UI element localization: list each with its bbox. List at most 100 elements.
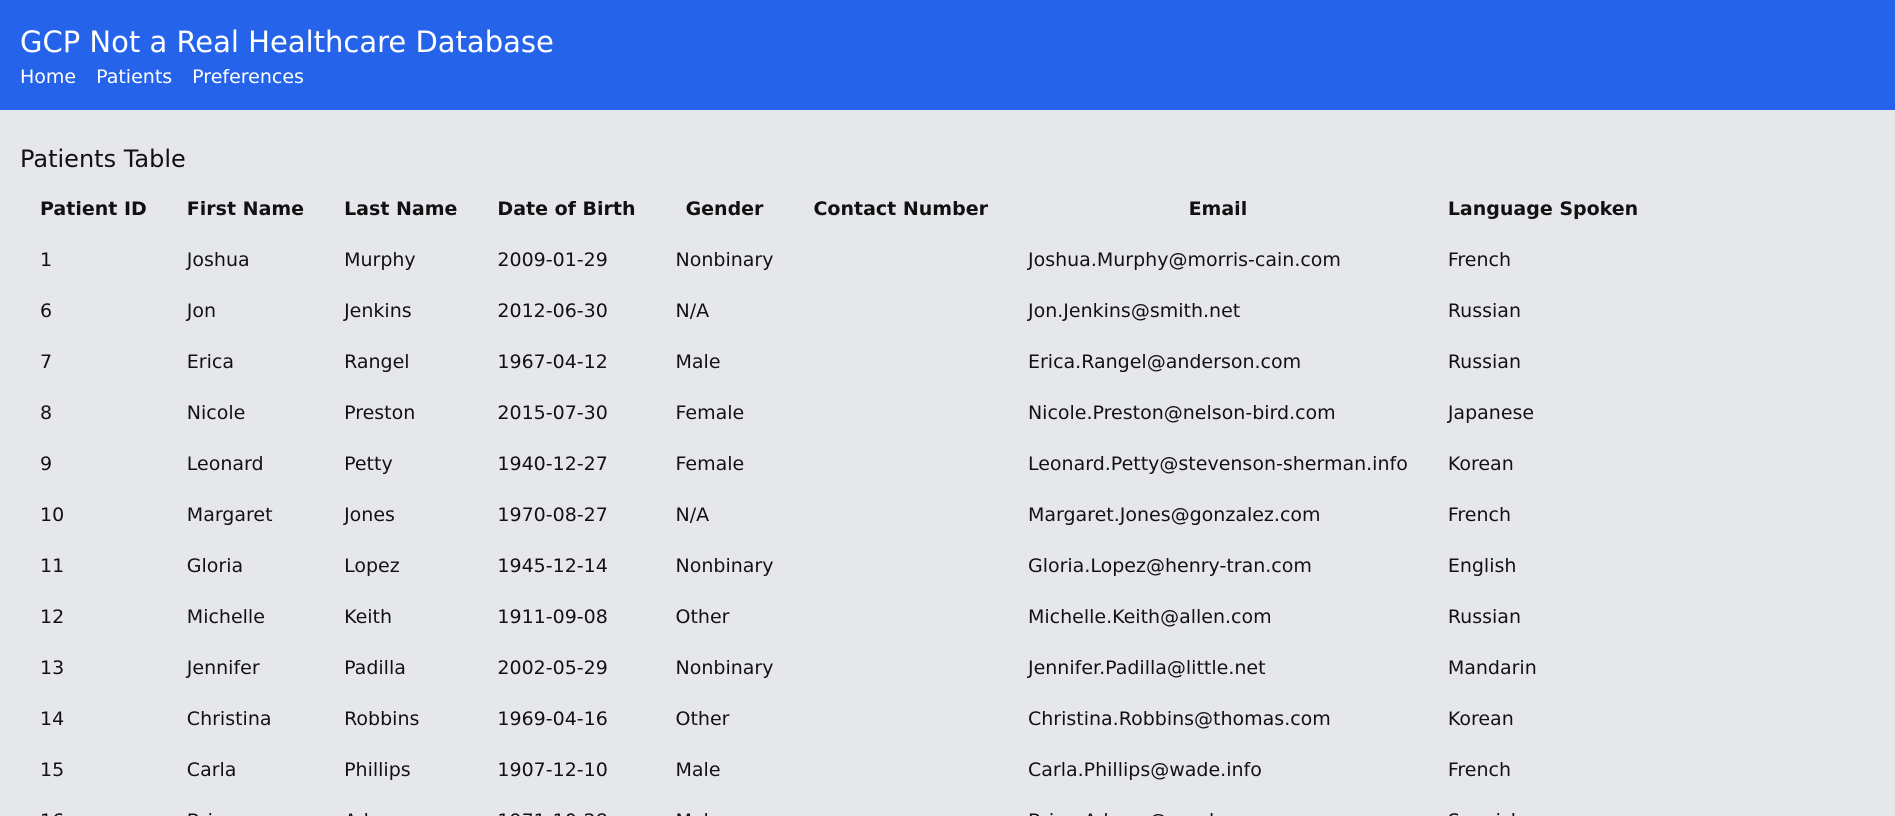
cell-language-spoken: English <box>1447 554 1517 577</box>
table-row: 12 Michelle Keith 1911-09-08 Other Michelle.K… <box>20 591 1658 642</box>
section-title: Patients Table <box>20 145 186 173</box>
cell-date-of-birth: 1971-10-28 <box>477 795 655 816</box>
cell-language-spoken: Russian <box>1447 299 1521 322</box>
cell-contact-number <box>793 795 1007 816</box>
table-row: 14 Christina Robbins 1969-04-16 Other Christi… <box>20 693 1658 744</box>
cell-last-name: Rangel <box>344 350 410 373</box>
column-header-contact-number: Contact Number <box>813 198 988 220</box>
cell-language-spoken: Russian <box>1447 605 1521 628</box>
cell-last-name: Keith <box>344 605 393 628</box>
column-header-language-spoken: Language Spoken <box>1447 198 1639 220</box>
cell-email: Michelle.Keith@allen.com <box>1027 605 1272 628</box>
cell-patient-id: 8 <box>40 401 53 424</box>
table-row: 8 Nicole Preston 2015-07-30 Female Nicole.Pre… <box>20 387 1658 438</box>
cell-first-name: Michelle <box>186 605 265 628</box>
cell-first-name: Christina <box>186 707 272 730</box>
table-row: 16BrianAdams1971-10-28Male Brian.Adams@sp… <box>20 795 1658 816</box>
table-row: 6 Jon Jenkins 2012-06-30 N/A Jon.Jenkins@smit… <box>20 285 1658 336</box>
table-row: 9 Leonard Petty 1940-12-27 Female Leonard.Pet… <box>20 438 1658 489</box>
column-header-first-name: First Name <box>186 198 305 220</box>
cell-last-name: Lopez <box>344 554 400 577</box>
cell-last-name: Adams <box>324 795 477 816</box>
cell-language-spoken: French <box>1447 503 1511 526</box>
nav-link-preferences[interactable]: Preferences <box>192 64 304 90</box>
cell-email: Leonard.Petty@stevenson-sherman.info <box>1027 452 1408 475</box>
cell-contact-number <box>793 642 1007 693</box>
cell-first-name: Gloria <box>186 554 244 577</box>
nav-link-home[interactable]: Home <box>20 64 76 90</box>
app-title: GCP Not a Real Healthcare Database <box>20 25 554 59</box>
column-header-last-name: Last Name <box>344 198 458 220</box>
cell-date-of-birth: 1907-12-10 <box>497 758 608 781</box>
table-row: 7 Erica Rangel 1967-04-12 Male Erica.Rangel@a… <box>20 336 1658 387</box>
table-row: 1 Joshua Murphy 2009-01-29 Nonbinary Joshua.M… <box>20 234 1658 285</box>
column-header-date-of-birth: Date of Birth <box>497 198 636 220</box>
cell-date-of-birth: 2009-01-29 <box>497 248 608 271</box>
cell-patient-id: 13 <box>40 656 65 679</box>
cell-date-of-birth: 1945-12-14 <box>497 554 608 577</box>
column-header-patient-id: Patient ID <box>40 198 147 220</box>
cell-contact-number <box>793 438 1007 489</box>
table-row: 11 Gloria Lopez 1945-12-14 Nonbinary Gloria.L… <box>20 540 1658 591</box>
cell-language-spoken: Spanish <box>1428 795 1658 816</box>
main-nav: Home Patients Preferences <box>20 64 1875 90</box>
cell-gender: Nonbinary <box>675 656 774 679</box>
cell-date-of-birth: 2015-07-30 <box>497 401 608 424</box>
cell-gender: Male <box>656 795 794 816</box>
cell-contact-number <box>793 234 1007 285</box>
cell-patient-id: 6 <box>40 299 53 322</box>
cell-last-name: Robbins <box>344 707 420 730</box>
cell-contact-number <box>793 591 1007 642</box>
column-header-gender: Gender <box>685 198 764 220</box>
table-row: 13 Jennifer Padilla 2002-05-29 Nonbinary Jenn… <box>20 642 1658 693</box>
cell-email: Jon.Jenkins@smith.net <box>1027 299 1241 322</box>
cell-patient-id: 10 <box>40 503 65 526</box>
cell-first-name: Erica <box>186 350 234 373</box>
cell-date-of-birth: 2012-06-30 <box>497 299 608 322</box>
table-header-row: Patient ID First Name Last Name Date of … <box>20 184 1658 234</box>
cell-email: Joshua.Murphy@morris-cain.com <box>1027 248 1341 271</box>
cell-date-of-birth: 1967-04-12 <box>497 350 608 373</box>
cell-first-name: Leonard <box>186 452 264 475</box>
cell-email: Erica.Rangel@anderson.com <box>1027 350 1302 373</box>
cell-first-name: Nicole <box>186 401 246 424</box>
cell-language-spoken: Russian <box>1447 350 1521 373</box>
app-header: GCP Not a Real Healthcare Database Home … <box>0 0 1895 110</box>
cell-contact-number <box>793 489 1007 540</box>
cell-first-name: Jon <box>186 299 217 322</box>
cell-first-name: Jennifer <box>186 656 260 679</box>
cell-date-of-birth: 1970-08-27 <box>497 503 608 526</box>
main-content: Patients Table Patient ID First Name Las… <box>0 110 1895 816</box>
cell-gender: Male <box>675 350 721 373</box>
column-header-email: Email <box>1188 198 1248 220</box>
nav-link-patients[interactable]: Patients <box>96 64 172 90</box>
cell-gender: Other <box>675 707 730 730</box>
cell-gender: Female <box>675 452 745 475</box>
cell-gender: Nonbinary <box>675 554 774 577</box>
cell-date-of-birth: 1940-12-27 <box>497 452 608 475</box>
cell-date-of-birth: 1969-04-16 <box>497 707 608 730</box>
cell-contact-number <box>793 693 1007 744</box>
cell-email: Jennifer.Padilla@little.net <box>1027 656 1266 679</box>
patients-table-body: 1 Joshua Murphy 2009-01-29 Nonbinary Joshua.M… <box>20 234 1658 816</box>
cell-patient-id: 7 <box>40 350 53 373</box>
cell-date-of-birth: 2002-05-29 <box>497 656 608 679</box>
cell-email: Margaret.Jones@gonzalez.com <box>1027 503 1321 526</box>
cell-gender: N/A <box>675 503 710 526</box>
cell-patient-id: 1 <box>40 248 53 271</box>
cell-gender: Nonbinary <box>675 248 774 271</box>
cell-contact-number <box>793 285 1007 336</box>
patients-table: Patient ID First Name Last Name Date of … <box>20 184 1658 816</box>
cell-gender: N/A <box>675 299 710 322</box>
cell-email: Christina.Robbins@thomas.com <box>1027 707 1331 730</box>
cell-patient-id: 14 <box>40 707 65 730</box>
cell-language-spoken: Korean <box>1447 707 1514 730</box>
cell-last-name: Petty <box>344 452 393 475</box>
cell-patient-id: 12 <box>40 605 65 628</box>
cell-patient-id: 16 <box>20 795 167 816</box>
cell-last-name: Murphy <box>344 248 416 271</box>
cell-gender: Other <box>675 605 730 628</box>
table-row: 10 Margaret Jones 1970-08-27 N/A Margaret.Jon… <box>20 489 1658 540</box>
cell-language-spoken: French <box>1447 248 1511 271</box>
cell-email: Brian.Adams@sparks.com <box>1008 795 1428 816</box>
